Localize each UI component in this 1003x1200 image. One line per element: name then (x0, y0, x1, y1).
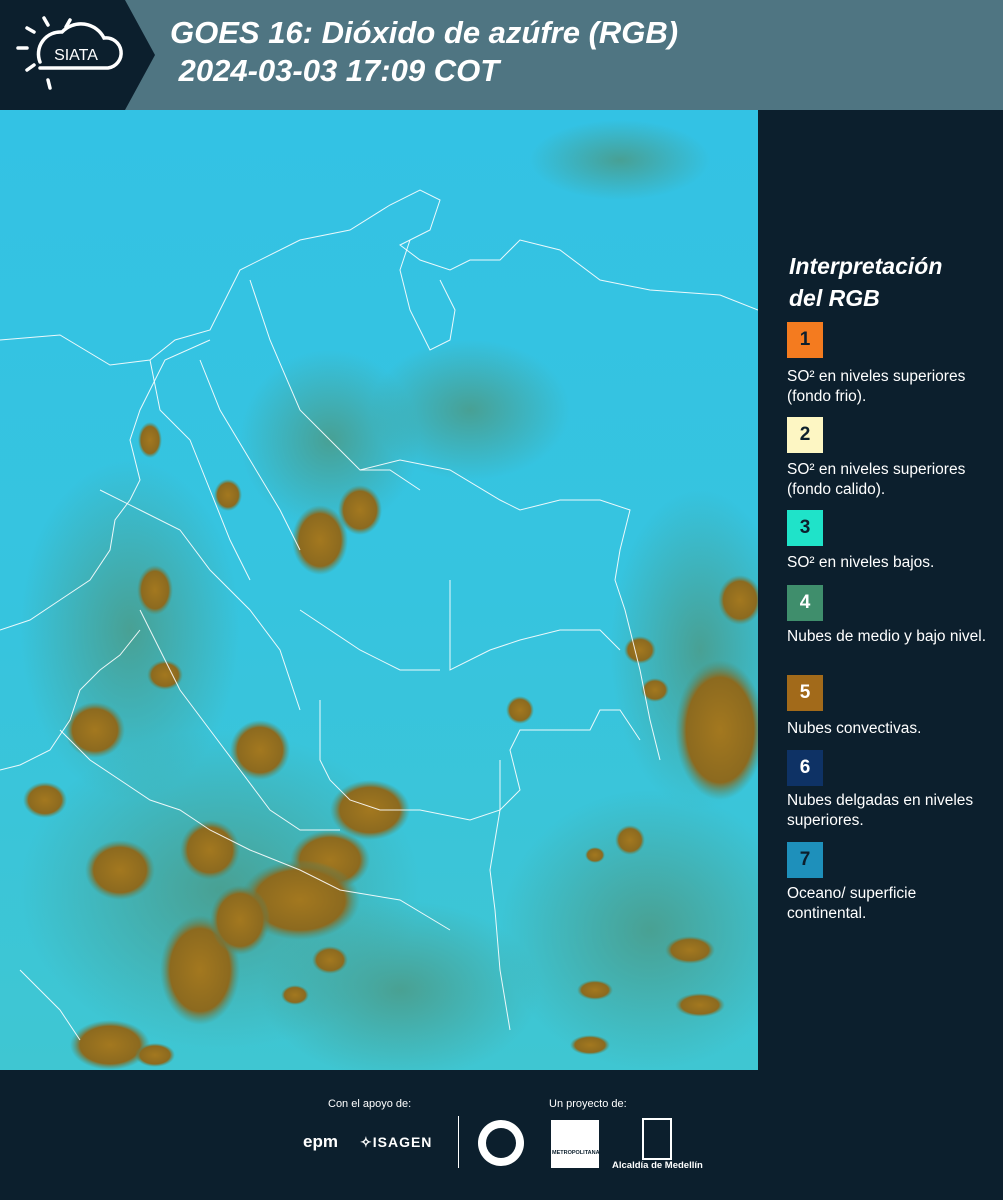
page-title: GOES 16: Dióxido de azúfre (RGB) 2024-03… (170, 14, 678, 90)
legend-swatch-1: 1 (787, 322, 823, 358)
legend-swatch-3: 3 (787, 510, 823, 546)
legend-num-6: 6 (799, 757, 811, 778)
legend-label-6: Nubes delgadas en niveles superiores. (787, 792, 974, 829)
alcaldia-text: Alcaldía de Medellín (612, 1160, 703, 1171)
footer-divider (458, 1116, 459, 1168)
legend-num-4: 4 (799, 592, 811, 613)
legend-swatch-6: 6 (787, 750, 823, 786)
project-label: Un proyecto de: (549, 1098, 627, 1110)
legend-num-1: 1 (799, 329, 811, 350)
alcaldia-crest-icon (642, 1118, 672, 1160)
legend-label-4: Nubes de medio y bajo nivel. (787, 628, 987, 645)
isagen-logo-text: ISAGEN (372, 1134, 433, 1150)
isagen-icon: ✧ (360, 1134, 373, 1150)
epm-logo: epm (303, 1132, 338, 1152)
support-label: Con el apoyo de: (328, 1098, 412, 1110)
legend-swatch-2: 2 (787, 417, 823, 453)
legend-label-3: SO² en niveles bajos. (787, 554, 935, 571)
footer-bar: Con el apoyo de: Un proyecto de: epm ✧IS… (0, 1070, 1003, 1200)
legend-title: Interpretación del RGB (789, 250, 942, 314)
legend-label-7: Oceano/ superficie continental. (787, 885, 917, 922)
legend-num-3: 3 (799, 517, 811, 538)
legend-num-2: 2 (799, 424, 811, 445)
satellite-map (0, 110, 758, 1070)
area-metropolitana-text: METROPOLITANA (552, 1150, 600, 1156)
legend-swatch-5: 5 (787, 675, 823, 711)
title-line-1: GOES 16: Dióxido de azúfre (RGB) (170, 15, 679, 50)
legend-panel: Interpretación del RGB 1 SO² en niveles … (760, 110, 1003, 1070)
legend-label-2: SO² en niveles superiores (fondo calido)… (787, 461, 966, 498)
legend-title-line-2: del RGB (789, 285, 880, 311)
epm-logo-text: epm (303, 1132, 338, 1151)
legend-label-5: Nubes convectivas. (787, 720, 922, 737)
legend-num-5: 5 (799, 682, 811, 703)
area-metropolitana-logo: METROPOLITANA (551, 1120, 600, 1168)
siata-logo-text: SIATA (54, 47, 98, 64)
legend-label-1: SO² en niveles superiores (fondo frio). (787, 368, 966, 405)
title-line-2: 2024-03-03 17:09 COT (170, 53, 500, 88)
legend-swatch-4: 4 (787, 585, 823, 621)
medellin-seal-icon (478, 1120, 524, 1166)
header-bar: SIATA GOES 16: Dióxido de azúfre (RGB) 2… (0, 0, 1003, 110)
legend-title-line-1: Interpretación (789, 253, 943, 279)
legend-swatch-7: 7 (787, 842, 823, 878)
legend-num-7: 7 (799, 849, 811, 870)
isagen-logo: ✧ISAGEN (360, 1134, 432, 1151)
siata-logo: SIATA (0, 0, 155, 110)
